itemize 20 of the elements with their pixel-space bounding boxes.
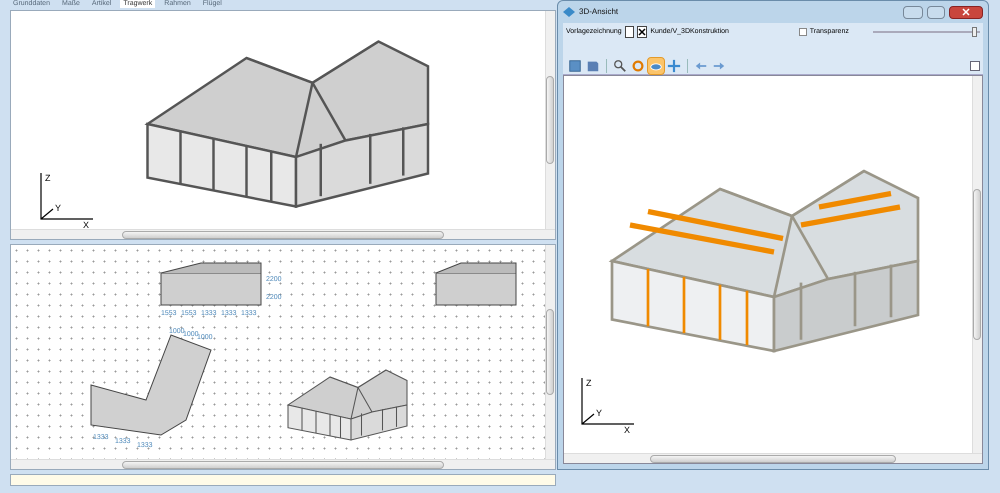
slider-thumb[interactable]: [972, 27, 977, 37]
horizontal-scrollbar[interactable]: [11, 229, 555, 239]
window-title: 3D-Ansicht: [579, 6, 620, 18]
vertical-scrollbar[interactable]: [972, 76, 982, 453]
transparency-slider[interactable]: [872, 26, 980, 38]
minimize-button[interactable]: [903, 6, 923, 18]
app-icon: [563, 7, 575, 17]
orbit-icon[interactable]: [647, 56, 665, 74]
horizontal-scrollbar[interactable]: [11, 459, 555, 469]
frame-icon[interactable]: [624, 26, 634, 38]
axis-drawing: Z Y X: [574, 376, 636, 434]
transparency-checkbox[interactable]: [798, 28, 807, 36]
axis-drawing: Z Y X: [33, 171, 95, 229]
close-icon: [962, 8, 970, 16]
maximize-button[interactable]: [927, 6, 945, 18]
vertical-scrollbar[interactable]: [545, 245, 555, 459]
close-button[interactable]: [949, 6, 983, 18]
horizontal-scrollbar[interactable]: [564, 453, 982, 463]
vertical-scrollbar[interactable]: [545, 11, 555, 229]
cross-icon[interactable]: [637, 26, 648, 38]
